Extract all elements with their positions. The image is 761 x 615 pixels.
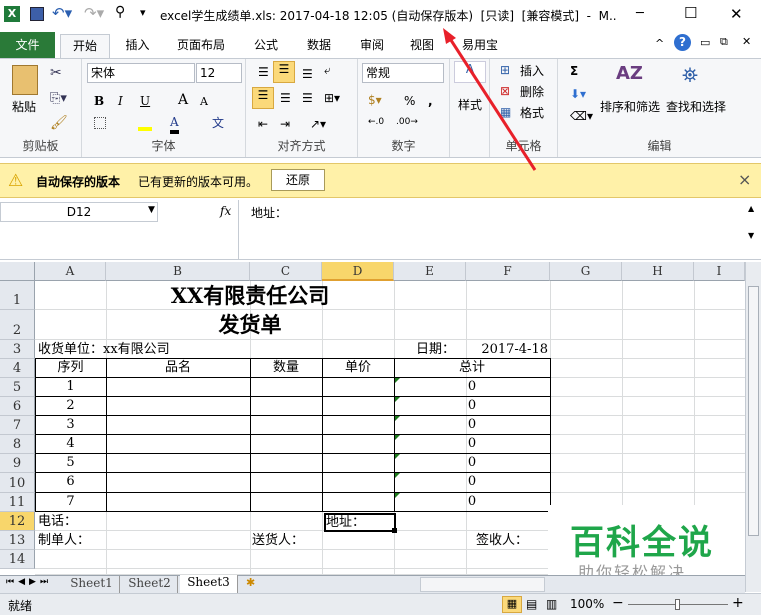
red-arrow-annotation: [443, 28, 537, 171]
